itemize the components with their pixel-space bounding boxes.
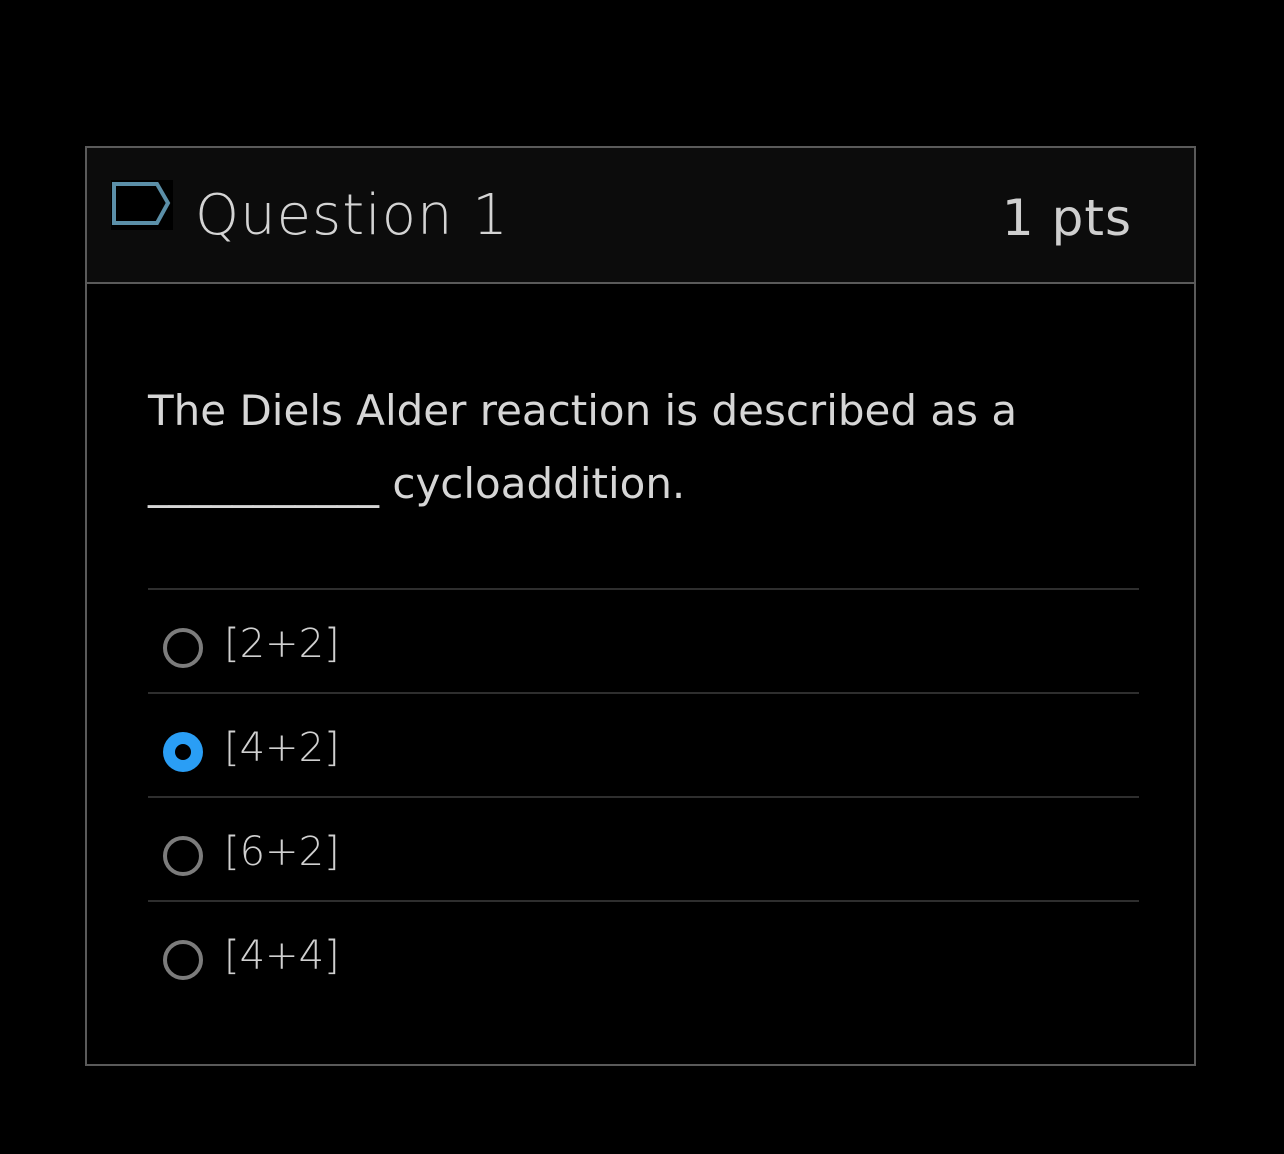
question-points: 1 pts bbox=[1001, 189, 1132, 247]
question-header: Question 1 1 pts bbox=[87, 148, 1194, 284]
flag-question-icon[interactable] bbox=[111, 180, 173, 230]
answer-option-1[interactable]: [2+2] bbox=[148, 588, 1139, 692]
answer-option-3[interactable]: [6+2] bbox=[148, 796, 1139, 900]
radio-button-selected[interactable] bbox=[163, 732, 203, 772]
radio-button[interactable] bbox=[163, 940, 203, 980]
question-text: The Diels Alder reaction is described as… bbox=[148, 374, 1028, 520]
question-card: Question 1 1 pts The Diels Alder reactio… bbox=[85, 146, 1196, 1066]
answer-label: [2+2] bbox=[224, 621, 340, 667]
answer-label: [6+2] bbox=[224, 829, 340, 875]
radio-button[interactable] bbox=[163, 836, 203, 876]
question-title: Question 1 bbox=[195, 183, 509, 248]
question-text-line2: ___________ cycloaddition. bbox=[148, 459, 686, 508]
answer-option-2[interactable]: [4+2] bbox=[148, 692, 1139, 796]
answer-label: [4+2] bbox=[224, 725, 340, 771]
question-text-line1: The Diels Alder reaction is described as… bbox=[148, 386, 1018, 435]
answer-label: [4+4] bbox=[224, 933, 340, 979]
answer-list: [2+2] [4+2] [6+2] [4+4] bbox=[148, 588, 1139, 1004]
radio-button[interactable] bbox=[163, 628, 203, 668]
answer-option-4[interactable]: [4+4] bbox=[148, 900, 1139, 1004]
